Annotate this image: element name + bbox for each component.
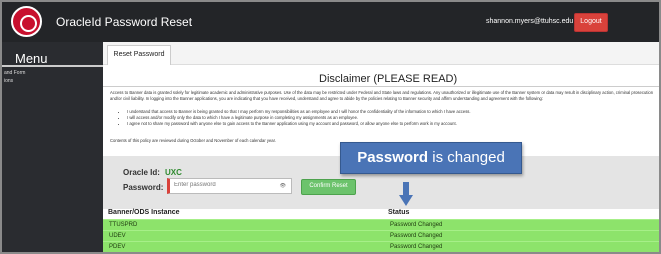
user-email: shannon.myers@ttuhsc.edu xyxy=(486,18,574,25)
callout-bold-text: Password xyxy=(357,149,429,166)
instance-cell: UDEV xyxy=(109,233,126,239)
status-cell: Password Changed xyxy=(390,222,443,228)
university-seal-icon xyxy=(11,6,42,37)
password-label: Password: xyxy=(123,183,164,192)
main-content: Reset Password Disclaimer (PLEASE READ) … xyxy=(103,42,659,252)
oracle-id-value: UXC xyxy=(165,168,182,177)
top-bar: OracleId Password Reset shannon.myers@tt… xyxy=(2,2,659,42)
browser-frame: OracleId Password Reset shannon.myers@tt… xyxy=(0,0,661,254)
password-field[interactable]: 👁 xyxy=(167,178,292,194)
confirm-reset-button[interactable]: Confirm Reset xyxy=(301,179,356,195)
sidebar: Menu and Form ions xyxy=(2,42,103,252)
status-cell: Password Changed xyxy=(390,244,443,250)
status-cell: Password Changed xyxy=(390,233,443,239)
menu-title: Menu xyxy=(15,51,48,66)
password-changed-callout: Password is changed xyxy=(340,142,522,174)
tab-reset-password[interactable]: Reset Password xyxy=(107,45,171,65)
instance-cell: TTUSPRD xyxy=(109,222,138,228)
app-title: OracleId Password Reset xyxy=(56,15,193,29)
arrow-down-icon xyxy=(399,182,413,206)
logout-button[interactable]: Logout xyxy=(574,13,608,32)
disclaimer-paragraph: Access to Banner data is granted solely … xyxy=(110,90,654,101)
sidebar-item[interactable]: and Form xyxy=(4,70,25,76)
table-row: PDEV Password Changed xyxy=(103,241,659,252)
menu-divider xyxy=(2,65,103,67)
oracle-id-label: Oracle Id: xyxy=(123,168,160,177)
disclaimer-title: Disclaimer (PLEASE READ) xyxy=(319,73,458,85)
disclaimer-bullet: I agree not to share my password with an… xyxy=(127,121,647,127)
show-password-icon[interactable]: 👁 xyxy=(280,183,286,189)
instance-cell: PDEV xyxy=(109,244,126,250)
disclaimer-list: I understand that access to Banner is be… xyxy=(119,109,647,127)
disclaimer-contents-note: Contents of this policy are reviewed dur… xyxy=(110,138,276,143)
tab-strip: Reset Password xyxy=(103,42,659,65)
column-header-instance: Banner/ODS Instance xyxy=(108,209,180,216)
disclaimer-divider xyxy=(103,86,659,87)
password-input[interactable] xyxy=(174,182,274,188)
column-header-status: Status xyxy=(388,209,410,216)
sidebar-item[interactable]: ions xyxy=(4,78,13,84)
callout-text: is changed xyxy=(428,149,505,166)
results-table-header: Banner/ODS Instance Status xyxy=(103,209,659,218)
